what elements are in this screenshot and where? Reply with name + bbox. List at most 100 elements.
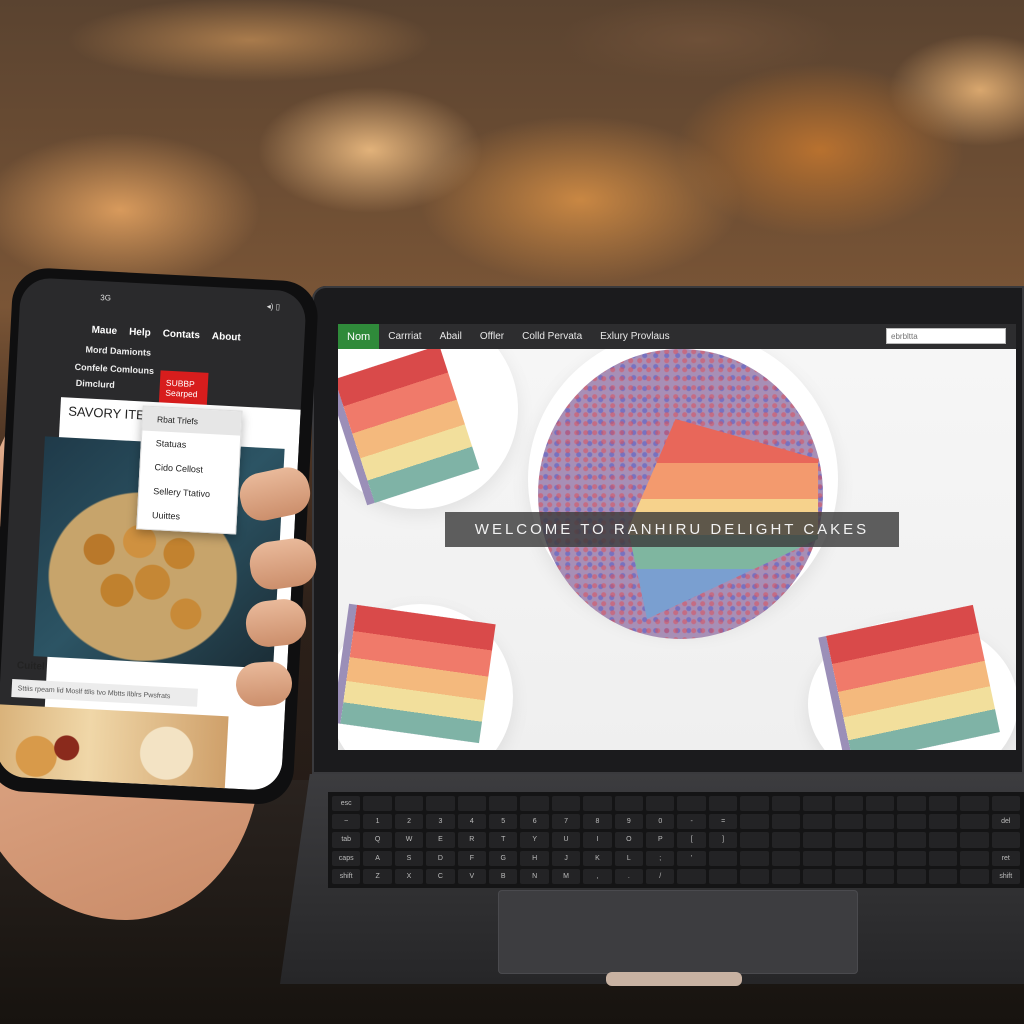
keyboard-key[interactable] [834,850,863,866]
keyboard-key[interactable]: Y [520,832,549,848]
keyboard-key[interactable]: I [583,832,612,848]
keyboard-key[interactable]: ' [677,850,706,866]
keyboard-key[interactable] [489,796,518,812]
keyboard-key[interactable] [583,796,612,812]
keyboard-key[interactable]: 2 [394,814,424,830]
keyboard-key[interactable]: J [551,850,581,866]
keyboard-key[interactable] [740,796,769,812]
nav-item-4[interactable]: Offler [471,324,513,349]
mobile-nav-link[interactable]: Dimclurd [76,378,115,390]
keyboard-key[interactable]: N [520,868,549,884]
keyboard-key[interactable]: 6 [520,814,549,830]
keyboard-key[interactable]: shift [991,868,1020,884]
keyboard-key[interactable] [928,796,958,812]
keyboard-key[interactable]: M [551,868,581,884]
trackpad[interactable] [498,890,858,974]
keyboard-key[interactable] [426,796,455,812]
mobile-nav-item-3[interactable]: Contats [162,328,200,341]
keyboard-key[interactable] [771,832,801,848]
keyboard-key[interactable] [834,814,863,830]
keyboard-key[interactable]: V [457,868,487,884]
nav-item-2[interactable]: Carrriat [379,324,430,349]
keyboard-key[interactable] [865,832,895,848]
keyboard-key[interactable]: B [489,868,518,884]
keyboard-key[interactable] [677,796,706,812]
keyboard-key[interactable]: O [614,832,644,848]
keyboard-key[interactable]: T [489,832,518,848]
keyboard-key[interactable] [960,850,989,866]
keyboard-key[interactable]: shift [332,868,361,884]
keyboard-key[interactable] [834,796,863,812]
keyboard-key[interactable] [363,796,392,812]
keyboard-key[interactable]: G [489,850,518,866]
keyboard-key[interactable]: C [426,868,455,884]
nav-item-6[interactable]: Exlury Provlaus [591,324,678,349]
keyboard-key[interactable]: A [363,850,392,866]
search-input[interactable] [886,328,1006,344]
keyboard-key[interactable] [646,796,675,812]
keyboard-key[interactable]: 1 [363,814,392,830]
keyboard-key[interactable]: D [426,850,455,866]
keyboard-key[interactable] [928,832,958,848]
keyboard-key[interactable] [897,868,926,884]
keyboard-key[interactable]: 9 [614,814,644,830]
highlight-button[interactable]: SUBBP Searped [158,370,209,407]
keyboard-key[interactable] [740,850,769,866]
keyboard-key[interactable] [834,832,863,848]
mobile-nav-link[interactable]: Mord Damionts [85,344,151,357]
keyboard-key[interactable]: . [614,868,644,884]
keyboard-key[interactable] [960,814,989,830]
keyboard-key[interactable]: ~ [332,814,361,830]
keyboard-key[interactable]: Z [363,868,392,884]
keyboard-key[interactable]: S [394,850,424,866]
keyboard-key[interactable] [865,868,895,884]
keyboard-key[interactable] [771,796,801,812]
keyboard-key[interactable] [740,832,769,848]
keyboard-key[interactable]: 3 [426,814,455,830]
keyboard-key[interactable] [897,796,926,812]
keyboard-key[interactable]: caps [332,850,361,866]
keyboard-key[interactable]: P [646,832,675,848]
keyboard-key[interactable] [771,814,801,830]
keyboard-key[interactable] [803,796,832,812]
keyboard-key[interactable] [928,850,958,866]
nav-item-home[interactable]: Nom [338,324,380,349]
keyboard-key[interactable] [960,868,989,884]
mobile-nav-item-2[interactable]: Help [129,327,151,339]
keyboard-key[interactable] [551,796,581,812]
keyboard-key[interactable]: tab [332,832,361,848]
keyboard-key[interactable] [740,868,769,884]
nav-item-3[interactable]: Abail [431,324,471,349]
keyboard-key[interactable] [677,868,706,884]
keyboard-key[interactable]: F [457,850,487,866]
keyboard-key[interactable]: W [394,832,424,848]
keyboard-key[interactable] [897,832,926,848]
keyboard-key[interactable]: = [708,814,738,830]
keyboard-key[interactable]: del [991,814,1020,830]
keyboard-key[interactable]: , [583,868,612,884]
mobile-nav-link[interactable]: Confele Comlouns [74,362,154,376]
keyboard-key[interactable]: H [520,850,549,866]
keyboard-key[interactable]: X [394,868,424,884]
mobile-nav-item-1[interactable]: Maue [91,325,117,337]
keyboard-key[interactable]: 7 [551,814,581,830]
keyboard-key[interactable]: 5 [489,814,518,830]
keyboard-key[interactable]: - [677,814,706,830]
keyboard-key[interactable]: esc [332,796,361,812]
keyboard-key[interactable]: 0 [646,814,675,830]
keyboard-key[interactable]: L [614,850,644,866]
keyboard-key[interactable] [614,796,644,812]
keyboard-key[interactable] [960,832,989,848]
keyboard-key[interactable] [394,796,424,812]
keyboard-key[interactable] [771,850,801,866]
keyboard-key[interactable]: 4 [457,814,487,830]
keyboard-key[interactable] [708,796,738,812]
keyboard-key[interactable] [928,868,958,884]
keyboard-key[interactable]: [ [677,832,706,848]
keyboard-key[interactable] [803,814,832,830]
keyboard-key[interactable] [708,850,738,866]
keyboard-key[interactable] [865,796,895,812]
keyboard-key[interactable]: K [583,850,612,866]
keyboard-key[interactable]: R [457,832,487,848]
keyboard-key[interactable] [834,868,863,884]
